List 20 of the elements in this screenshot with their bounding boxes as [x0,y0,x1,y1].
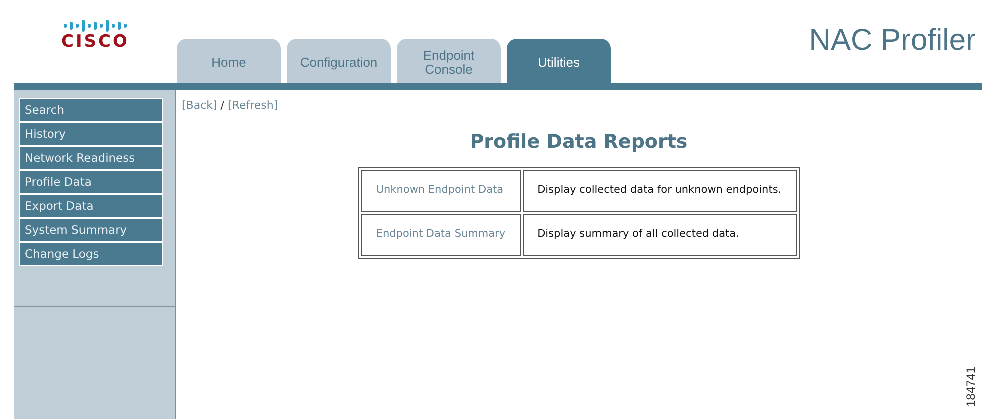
sidebar-item[interactable]: Export Data [20,195,162,217]
page-heading: Profile Data Reports [469,130,689,155]
logo-wordmark: CISCO [62,34,130,51]
product-title: NAC Profiler [809,23,976,59]
breadcrumb-link[interactable]: [Back] [182,99,218,112]
sidebar-item[interactable]: Profile Data [20,171,162,193]
sidebar-item[interactable]: Network Readiness [20,147,162,169]
report-description: Display summary of all collected data. [538,228,740,240]
nav-tab[interactable]: Configuration [287,39,391,83]
nav-tab[interactable]: Utilities [507,39,611,83]
separator: / [220,99,226,112]
nav-tab[interactable]: Endpoint Console [397,39,501,83]
report-description: Display collected data for unknown endpoints. [538,184,782,196]
breadcrumb-link[interactable]: [Refresh] [228,99,278,112]
sidebar-item[interactable]: History [20,123,162,145]
sidebar-item[interactable]: System Summary [20,219,162,241]
sidebar-item[interactable]: Change Logs [20,243,162,265]
sidebar-item[interactable]: Search [20,99,162,121]
nav-tab[interactable]: Home [177,39,281,83]
figure-number: 184741 [964,366,978,409]
